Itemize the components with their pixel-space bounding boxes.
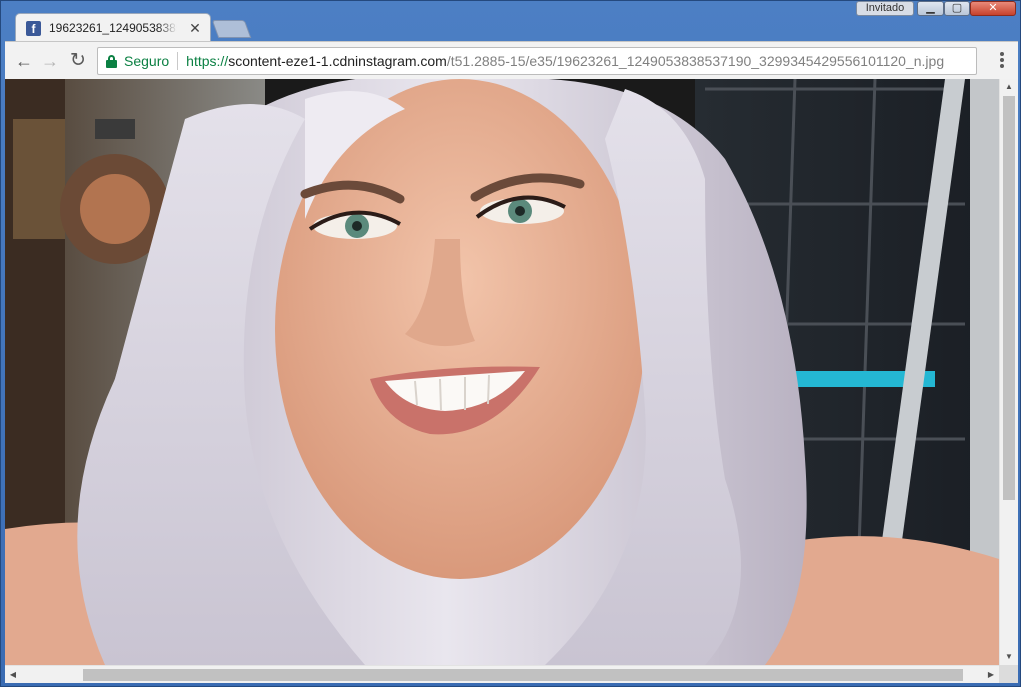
maximize-icon: ▢ — [951, 2, 963, 14]
vertical-scrollbar[interactable]: ▲ ▼ — [999, 79, 1018, 665]
lock-icon[interactable] — [106, 54, 117, 68]
reload-icon[interactable]: ↻ — [67, 51, 89, 73]
guest-profile-badge[interactable]: Invitado — [856, 1, 914, 16]
toolbar: ← → ↻ Seguro https:// scontent-eze1-1.cd… — [5, 41, 1018, 79]
url-host: scontent-eze1-1.cdninstagram.com — [228, 53, 447, 69]
minimize-button[interactable]: ▁ — [917, 1, 944, 16]
address-bar[interactable]: Seguro https:// scontent-eze1-1.cdninsta… — [97, 47, 977, 75]
maximize-button[interactable]: ▢ — [944, 1, 970, 16]
horizontal-scrollbar[interactable]: ◀ ▶ — [5, 665, 999, 683]
secure-label[interactable]: Seguro — [124, 53, 169, 69]
back-arrow-icon[interactable]: ← — [13, 51, 35, 73]
forward-arrow-icon[interactable]: → — [39, 51, 61, 73]
page-viewport: ▲ ▼ ◀ ▶ — [5, 79, 1018, 683]
kebab-menu-icon[interactable] — [996, 51, 1008, 71]
facebook-favicon-icon: f — [26, 20, 41, 36]
url-scheme: https:// — [186, 53, 229, 69]
address-separator — [177, 52, 179, 70]
tab-title: 19623261_1249053838537190_32993454295561… — [49, 21, 177, 35]
scroll-down-icon[interactable]: ▼ — [1000, 649, 1018, 665]
browser-window: f 19623261_1249053838537190_329934542955… — [0, 0, 1021, 687]
tab-strip: f 19623261_1249053838537190_329934542955… — [1, 1, 1020, 42]
scroll-left-icon[interactable]: ◀ — [5, 666, 21, 683]
tab-close-icon[interactable]: ✕ — [188, 20, 202, 37]
new-tab-button[interactable] — [211, 20, 252, 38]
scroll-right-icon[interactable]: ▶ — [983, 666, 999, 683]
scroll-up-icon[interactable]: ▲ — [1000, 79, 1018, 95]
url-path: /t51.2885-15/e35/19623261_12490538385371… — [446, 53, 945, 69]
close-window-button[interactable]: ✕ — [970, 1, 1016, 16]
close-icon: ✕ — [988, 2, 998, 14]
scrollbar-corner — [999, 665, 1018, 683]
portrait-photo — [5, 79, 999, 665]
minimize-icon: ▁ — [926, 2, 935, 14]
horizontal-scroll-thumb[interactable] — [83, 669, 963, 681]
vertical-scroll-thumb[interactable] — [1003, 96, 1015, 500]
tab-image[interactable]: f 19623261_1249053838537190_329934542955… — [15, 13, 211, 42]
